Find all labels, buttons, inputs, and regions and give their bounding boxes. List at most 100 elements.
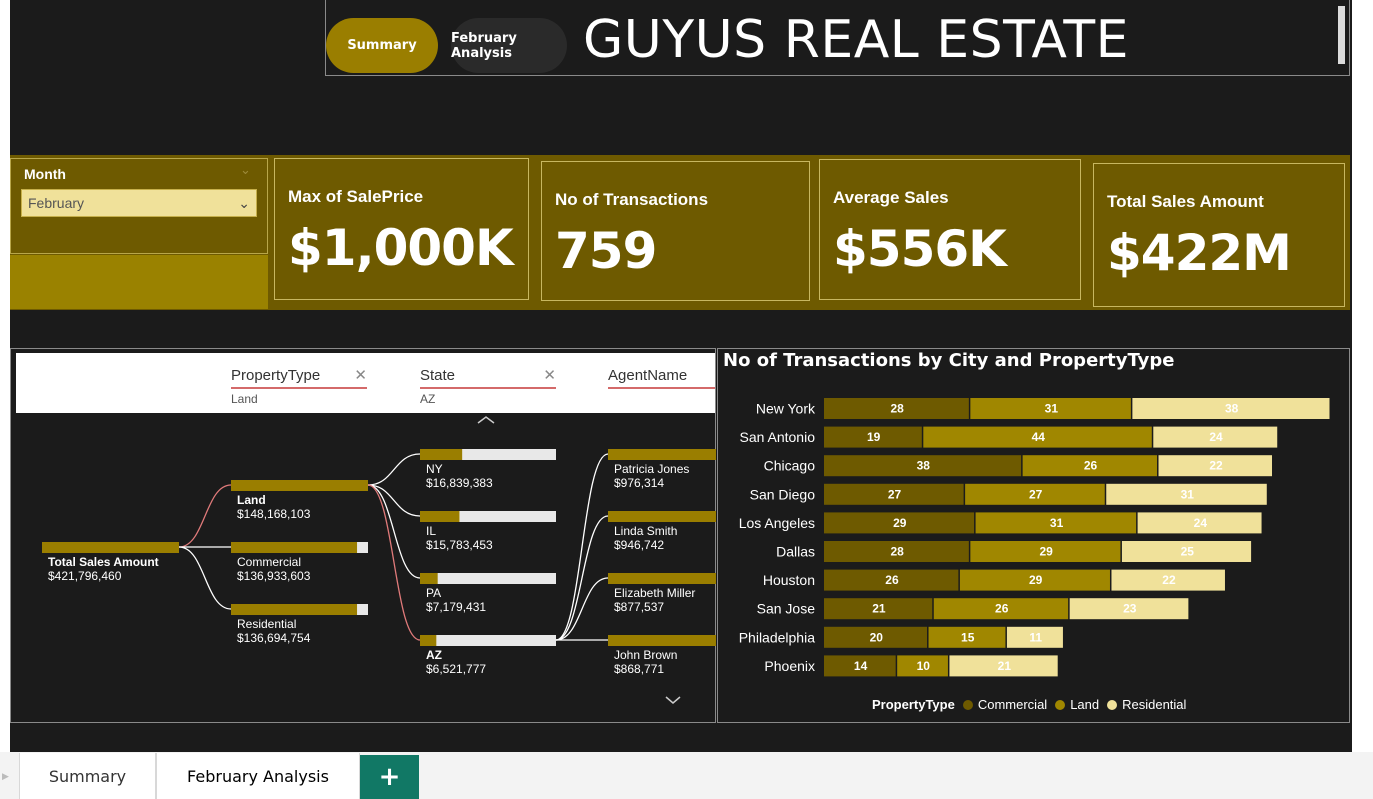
kpi-value: 759 — [555, 222, 657, 280]
data-label: 29 — [1029, 573, 1043, 587]
summary-nav-button[interactable]: Summary — [326, 18, 438, 73]
tree-link — [555, 453, 609, 641]
tab-scroll-left-icon[interactable]: ▶ — [2, 772, 9, 782]
node-value: $7,179,431 — [426, 600, 486, 614]
tab-february-analysis[interactable]: February Analysis — [156, 753, 360, 799]
tree-field-underline — [420, 387, 556, 389]
legend-swatch-residential — [1107, 699, 1118, 710]
tree-field-name: State — [420, 367, 456, 384]
kpi-card-max-saleprice: Max of SalePrice $1,000K — [274, 158, 529, 300]
node-value: $877,537 — [614, 600, 664, 614]
legend-item-commercial[interactable]: Commercial — [978, 697, 1047, 712]
month-dropdown[interactable]: February ⌄ — [21, 189, 257, 217]
tree-node-ny[interactable]: NY$16,839,383 — [420, 449, 556, 490]
kpi-label: Total Sales Amount — [1107, 192, 1264, 211]
node-bar-track — [420, 635, 556, 646]
tree-node-il[interactable]: IL$15,783,453 — [420, 511, 556, 552]
tree-node-commercial[interactable]: Commercial$136,933,603 — [231, 542, 368, 583]
scroll-up-icon[interactable] — [477, 416, 495, 424]
data-label: 29 — [893, 516, 907, 530]
data-label: 31 — [1181, 487, 1195, 501]
data-label: 26 — [885, 573, 899, 587]
tree-node-agent[interactable]: Linda Smith$946,742 — [608, 511, 716, 552]
scroll-down-icon[interactable] — [665, 696, 681, 704]
node-label: PA — [426, 586, 441, 600]
kpi-band-accent — [10, 255, 268, 309]
data-label: 29 — [1039, 545, 1053, 559]
tree-node-land[interactable]: Land$148,168,103 — [231, 480, 368, 521]
add-page-button[interactable]: + — [360, 755, 419, 799]
tree-node-agent[interactable]: Elizabeth Miller$877,537 — [608, 573, 716, 614]
node-bar-fill — [420, 635, 437, 646]
tree-node-root[interactable]: Total Sales Amount$421,796,460 — [42, 542, 179, 583]
data-label: 31 — [1045, 402, 1059, 416]
node-label: Commercial — [237, 555, 301, 569]
node-label: Linda Smith — [614, 524, 677, 538]
kpi-label: No of Transactions — [555, 190, 709, 209]
node-label: IL — [426, 524, 436, 538]
tree-node-agent[interactable]: John Brown$868,771 — [608, 635, 716, 676]
tree-node-residential[interactable]: Residential$136,694,754 — [231, 604, 368, 645]
category-label: New York — [756, 401, 816, 417]
tree-field-state[interactable]: State ✕ AZ — [420, 367, 556, 406]
data-label: 28 — [890, 402, 904, 416]
node-value: $868,771 — [614, 662, 664, 676]
close-icon[interactable]: ✕ — [543, 366, 556, 384]
category-label: Chicago — [764, 458, 816, 474]
data-label: 21 — [998, 659, 1012, 673]
tree-field-agentname[interactable]: AgentName — [608, 367, 715, 389]
chart-legend: PropertyType Commercial Land Residential — [872, 697, 1186, 712]
data-label: 15 — [961, 630, 975, 644]
node-bar-fill — [42, 542, 179, 553]
legend-item-residential[interactable]: Residential — [1122, 697, 1186, 712]
category-label: San Jose — [757, 601, 816, 617]
node-label: Land — [237, 493, 266, 507]
data-label: 14 — [854, 659, 868, 673]
tree-field-name: PropertyType — [231, 367, 321, 384]
data-label: 22 — [1162, 573, 1176, 587]
category-label: Phoenix — [764, 658, 815, 674]
node-bar-track — [420, 573, 556, 584]
node-label: AZ — [426, 648, 442, 662]
tree-field-name: AgentName — [608, 367, 688, 384]
node-bar-fill — [420, 511, 460, 522]
legend-item-land[interactable]: Land — [1070, 697, 1099, 712]
node-label: John Brown — [614, 648, 677, 662]
category-label: Los Angeles — [739, 515, 815, 531]
category-label: Houston — [763, 572, 815, 588]
node-value: $946,742 — [614, 538, 664, 552]
node-bar-fill — [608, 511, 716, 522]
tab-summary[interactable]: Summary — [19, 753, 156, 799]
kpi-label: Max of SalePrice — [288, 187, 424, 206]
vertical-scrollbar-thumb[interactable] — [1338, 6, 1345, 64]
tree-link — [367, 453, 421, 486]
kpi-card-transactions: No of Transactions 759 — [541, 161, 810, 301]
february-analysis-nav-button[interactable]: February Analysis — [451, 18, 567, 73]
node-bar-fill — [420, 449, 463, 460]
kpi-value: $422M — [1107, 224, 1292, 282]
data-label: 24 — [1209, 430, 1223, 444]
tree-node-az[interactable]: AZ$6,521,777 — [420, 635, 556, 676]
tree-node-agent[interactable]: Patricia Jones$976,314 — [608, 449, 716, 490]
node-value: $136,933,603 — [237, 569, 311, 583]
slicer-collapse-icon[interactable]: ⌄ — [240, 163, 251, 178]
tree-link — [178, 484, 232, 548]
legend-swatch-land — [1055, 699, 1066, 710]
tree-field-propertytype[interactable]: PropertyType ✕ Land — [231, 367, 367, 406]
node-label: NY — [426, 462, 443, 476]
tree-field-underline — [608, 387, 715, 389]
kpi-card-total-sales: Total Sales Amount $422M — [1093, 163, 1345, 307]
kpi-card-average-sales: Average Sales $556K — [819, 159, 1081, 300]
node-bar-fill — [231, 542, 358, 553]
category-label: Philadelphia — [739, 629, 815, 645]
node-value: $6,521,777 — [426, 662, 486, 676]
scrollbar-track — [1352, 0, 1373, 752]
app-title: GUYUS REAL ESTATE — [583, 10, 1130, 70]
stacked-bar-chart: New York 28 31 38 San Antonio 19 44 24 Chicago 38… — [739, 398, 1330, 677]
category-label: San Antonio — [739, 429, 815, 445]
data-label: 20 — [870, 630, 884, 644]
node-bar-fill — [608, 635, 716, 646]
tree-node-pa[interactable]: PA$7,179,431 — [420, 573, 556, 614]
close-icon[interactable]: ✕ — [354, 366, 367, 384]
node-value: $148,168,103 — [237, 507, 311, 521]
